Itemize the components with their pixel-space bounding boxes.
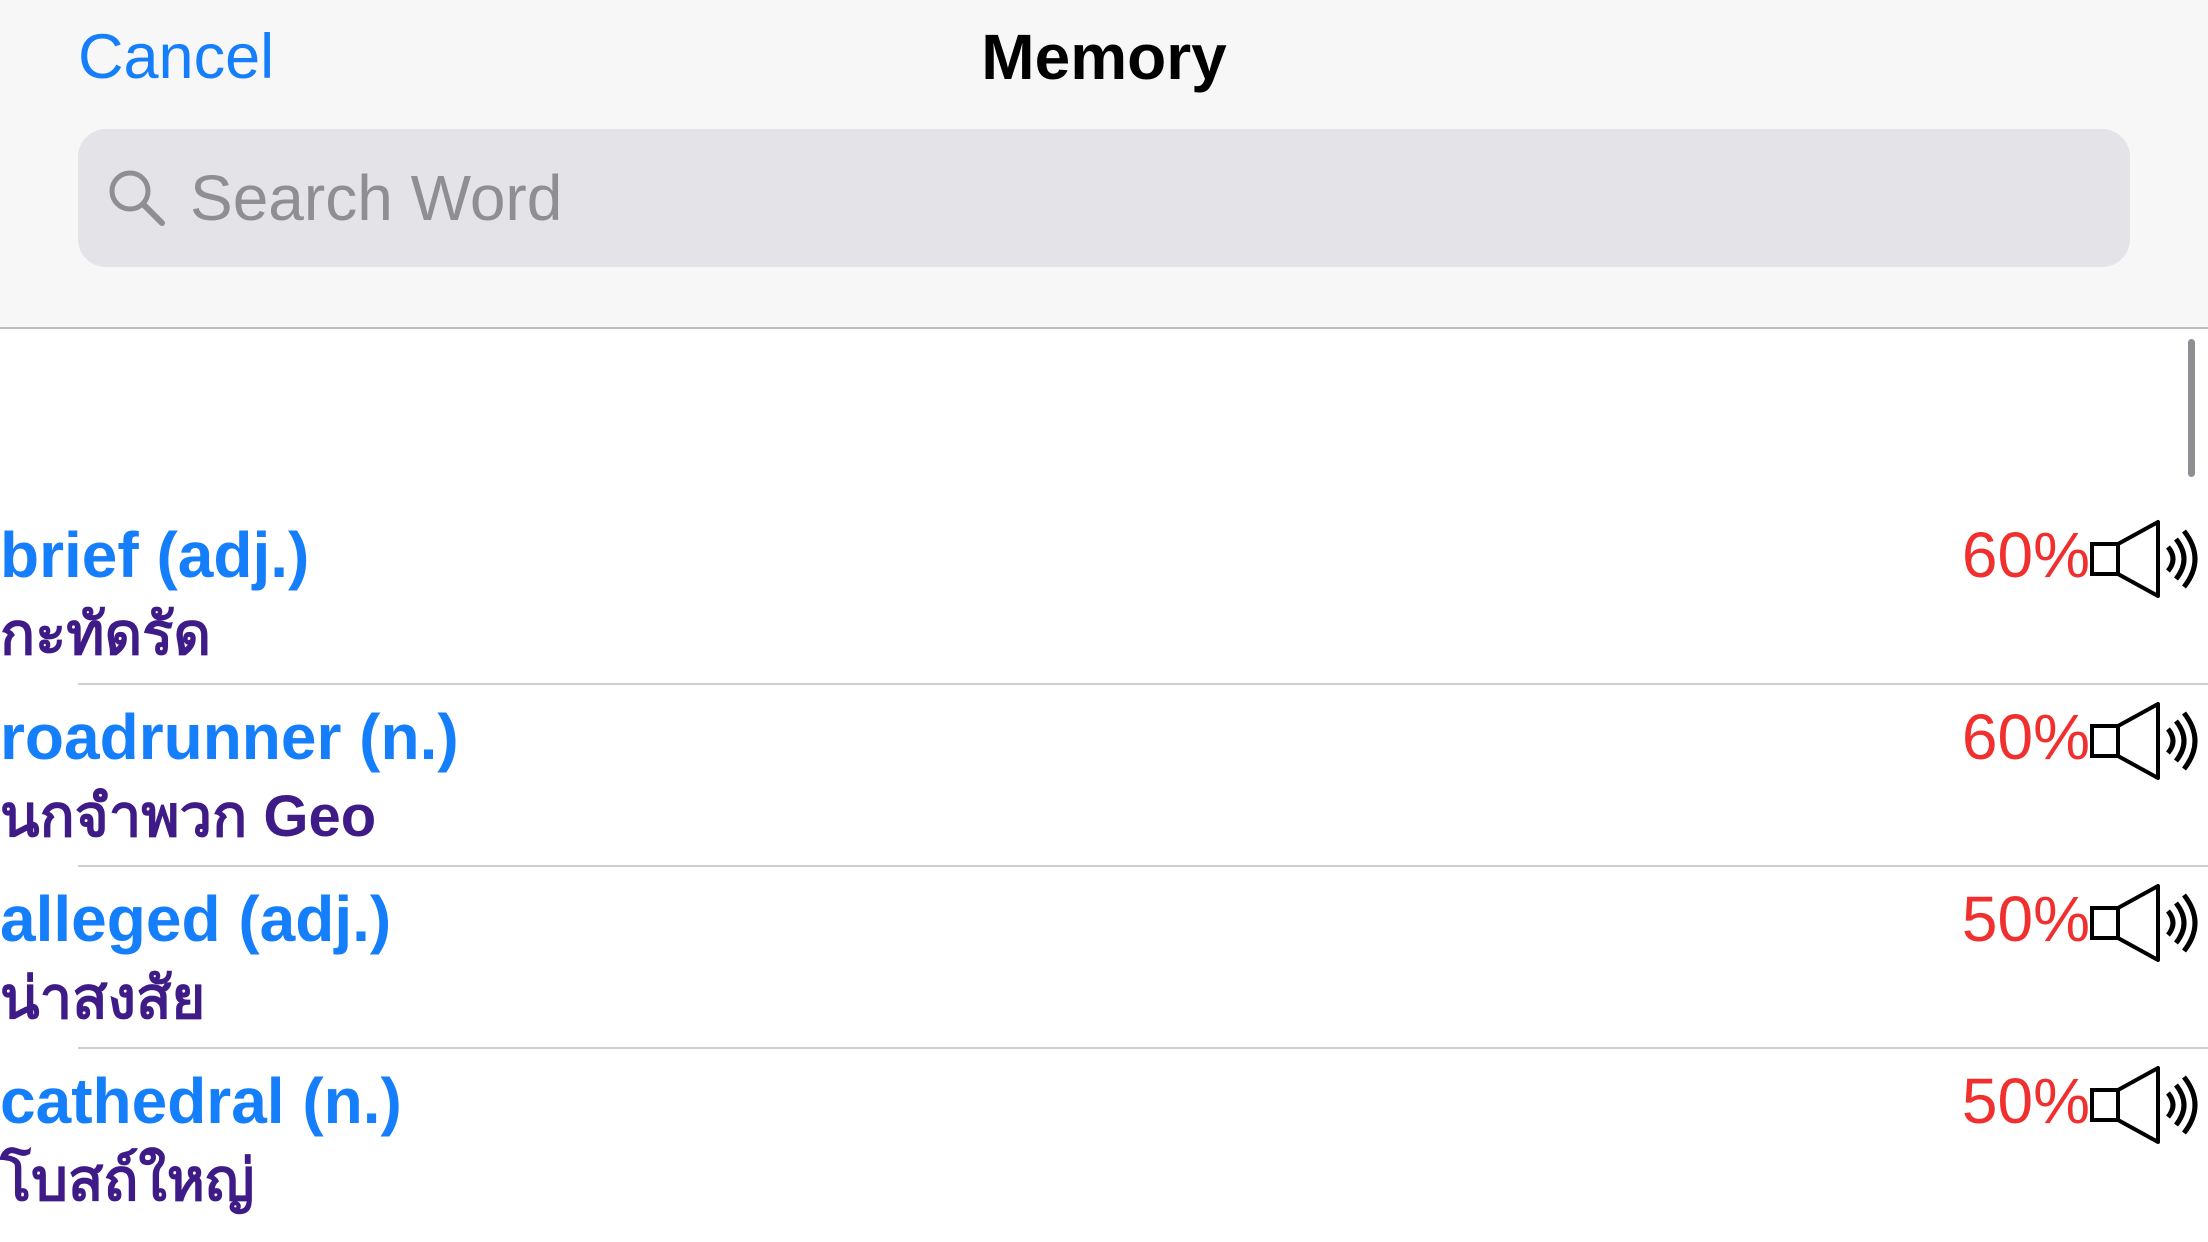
word-term: brief (adj.) (0, 519, 310, 591)
list-item[interactable]: roadrunner (n.) นกจำพวก Geo 60% (0, 683, 2208, 865)
row-divider (78, 1047, 2208, 1049)
word-list[interactable]: brief (adj.) กะทัดรัด 60% roadrunner (n.… (0, 329, 2208, 1242)
row-divider (78, 865, 2208, 867)
list-item[interactable]: cathedral (n.) โบสถ์ใหญ่ 50% (0, 1047, 2208, 1229)
search-icon (109, 170, 165, 226)
memory-percent: 60% (1961, 701, 2090, 773)
list-item[interactable]: brief (adj.) กะทัดรัด 60% (0, 501, 2208, 683)
word-meaning: โบสถ์ใหญ่ (0, 1148, 255, 1213)
memory-percent: 50% (1961, 1065, 2090, 1137)
scrollbar[interactable] (2188, 339, 2195, 477)
search-bar[interactable] (78, 129, 2130, 267)
word-term: roadrunner (n.) (0, 701, 459, 773)
search-input[interactable] (190, 129, 2090, 267)
word-meaning: น่าสงสัย (0, 966, 206, 1031)
word-term: alleged (adj.) (0, 883, 392, 955)
list-item[interactable]: alleged (adj.) น่าสงสัย 50% (0, 865, 2208, 1047)
word-meaning: นกจำพวก Geo (0, 784, 377, 849)
navigation-header: Cancel Memory (0, 0, 2208, 329)
speaker-icon[interactable] (2090, 701, 2208, 781)
word-term: cathedral (n.) (0, 1065, 402, 1137)
memory-percent: 60% (1961, 519, 2090, 591)
speaker-icon[interactable] (2090, 519, 2208, 599)
memory-percent: 50% (1961, 883, 2090, 955)
page-title: Memory (981, 21, 1227, 93)
speaker-icon[interactable] (2090, 883, 2208, 963)
speaker-icon[interactable] (2090, 1065, 2208, 1145)
word-meaning: กะทัดรัด (0, 602, 211, 667)
row-divider (78, 683, 2208, 685)
